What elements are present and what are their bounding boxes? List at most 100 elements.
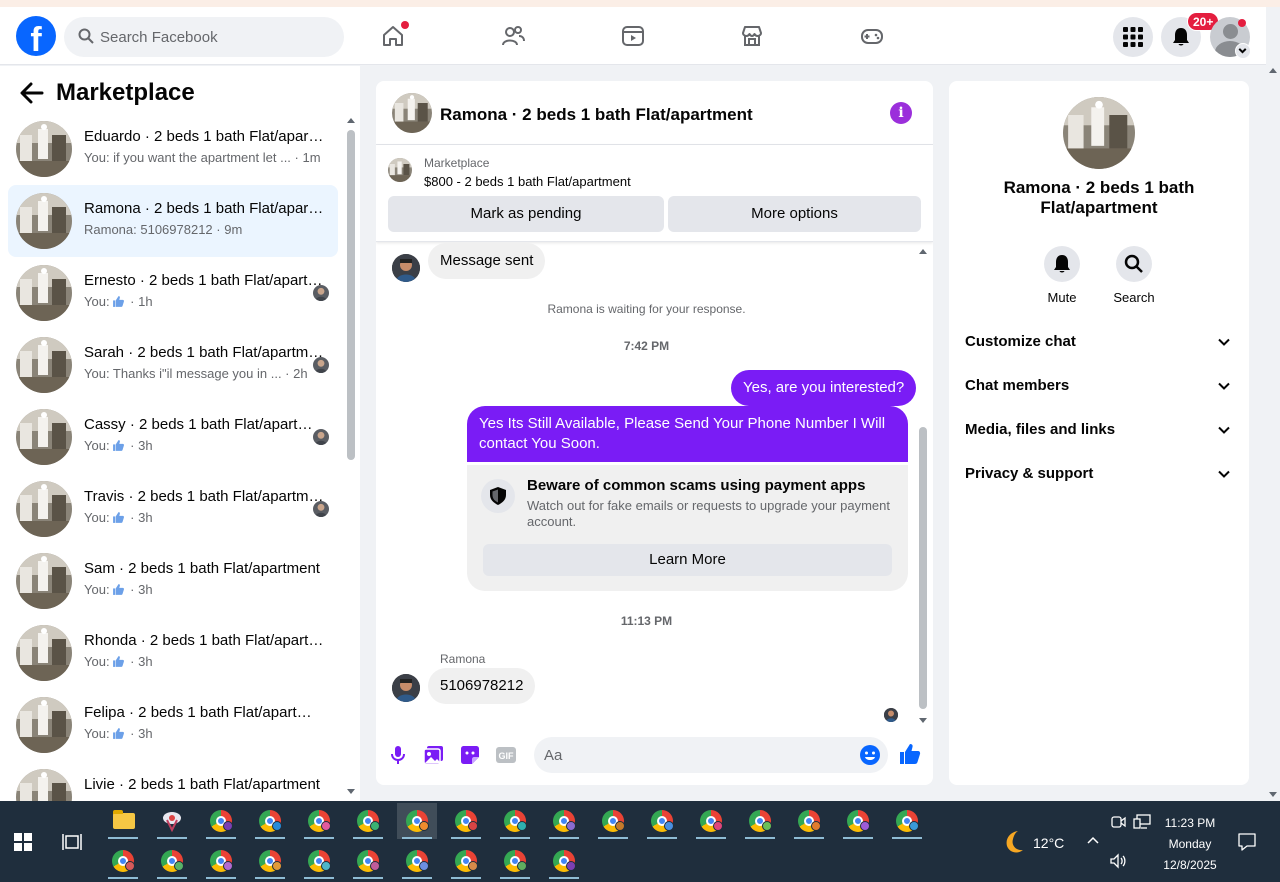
app-icon[interactable] [152, 803, 192, 839]
section-media-files-links[interactable]: Media, files and links [957, 409, 1241, 453]
gif-icon[interactable]: GIF [494, 743, 518, 767]
search-input[interactable] [100, 17, 330, 57]
mute-button[interactable] [1044, 246, 1080, 282]
chrome-icon[interactable] [887, 803, 927, 839]
scroll-down-arrow[interactable] [347, 789, 355, 794]
chrome-icon[interactable] [397, 843, 437, 879]
scroll-down-arrow[interactable] [919, 718, 927, 723]
ramona-avatar[interactable] [392, 254, 420, 282]
emoji-icon[interactable] [860, 745, 880, 765]
conversation-item[interactable]: Travis · 2 beds 1 bath Flat/apartment You… [8, 473, 338, 545]
scroll-up-arrow[interactable] [347, 118, 355, 123]
scroll-up-arrow[interactable] [919, 249, 927, 254]
conversation-item[interactable]: Rhonda · 2 beds 1 bath Flat/apartment You… [8, 617, 338, 689]
chrome-icon[interactable] [250, 803, 290, 839]
back-arrow-icon[interactable] [20, 82, 44, 104]
task-view-icon[interactable] [62, 833, 82, 851]
conversation-item[interactable]: Sarah · 2 beds 1 bath Flat/apartment You:… [8, 329, 338, 401]
scrollbar-thumb[interactable] [347, 130, 355, 460]
sticker-icon[interactable] [458, 743, 482, 767]
chrome-icon[interactable] [103, 843, 143, 879]
conversation-item[interactable]: Eduardo · 2 beds 1 bath Flat/apartment Yo… [8, 113, 338, 185]
conversation-item[interactable]: Livie · 2 beds 1 bath Flat/apartment [8, 761, 338, 801]
chrome-icon[interactable] [446, 803, 486, 839]
facebook-logo-icon[interactable]: f [16, 16, 56, 56]
scrollbar-thumb[interactable] [919, 427, 927, 709]
chrome-icon[interactable] [250, 843, 290, 879]
nav-video[interactable] [609, 19, 657, 55]
chrome-icon[interactable] [642, 803, 682, 839]
meet-now-icon[interactable] [1110, 814, 1126, 830]
chrome-icon[interactable] [740, 803, 780, 839]
menu-button[interactable] [1113, 17, 1153, 57]
system-clock[interactable]: 11:23 PM Monday 12/8/2025 [1150, 813, 1230, 876]
section-customize-chat[interactable]: Customize chat [957, 321, 1241, 365]
sidebar-scrollbar[interactable] [344, 114, 356, 798]
conversation-item[interactable]: Ramona · 2 beds 1 bath Flat/apartment Ram… [8, 185, 338, 257]
chrome-icon[interactable] [544, 843, 584, 879]
chat-listing-thumbnail[interactable] [392, 93, 432, 133]
section-privacy-support[interactable]: Privacy & support [957, 453, 1241, 497]
nav-gaming[interactable] [848, 19, 896, 55]
microphone-icon[interactable] [386, 743, 410, 767]
chat-title[interactable]: Ramona · 2 beds 1 bath Flat/apartment [440, 105, 753, 125]
temperature[interactable]: 12°C [1033, 835, 1064, 851]
chrome-icon[interactable] [201, 843, 241, 879]
nav-home[interactable] [369, 19, 417, 55]
listing-source-label: Marketplace [424, 156, 490, 170]
chrome-icon[interactable] [299, 803, 339, 839]
section-chat-members[interactable]: Chat members [957, 365, 1241, 409]
chrome-icon[interactable] [201, 803, 241, 839]
scroll-up-arrow[interactable] [1269, 68, 1277, 73]
conversation-name: Travis · 2 beds 1 bath Flat/apartment [84, 488, 324, 505]
chrome-icon[interactable] [495, 843, 535, 879]
windows-start-icon[interactable] [14, 833, 32, 851]
chrome-icon[interactable] [299, 843, 339, 879]
chrome-icon[interactable] [691, 803, 731, 839]
chrome-icon[interactable] [544, 803, 584, 839]
chrome-icon[interactable] [838, 803, 878, 839]
listing-thumbnail[interactable] [388, 158, 412, 182]
message-input-wrapper[interactable] [534, 737, 888, 773]
nav-friends[interactable] [489, 19, 537, 55]
mute-action[interactable]: Mute [1032, 246, 1092, 305]
account-chevron[interactable] [1235, 43, 1251, 59]
file-explorer-icon[interactable] [103, 803, 143, 839]
conversation-item[interactable]: Sam · 2 beds 1 bath Flat/apartment You: ·… [8, 545, 338, 617]
nav-marketplace[interactable] [728, 19, 776, 55]
photo-icon[interactable] [422, 743, 446, 767]
volume-icon[interactable] [1109, 853, 1127, 869]
thumbs-up-icon[interactable] [898, 742, 922, 766]
conversation-item[interactable]: Ernesto · 2 beds 1 bath Flat/apartment Yo… [8, 257, 338, 329]
preview-time: 3h [138, 510, 153, 525]
chat-scrollbar[interactable] [917, 247, 929, 723]
chrome-icon[interactable] [593, 803, 633, 839]
conversation-item[interactable]: Felipa · 2 beds 1 bath Flat/apartment You… [8, 689, 338, 761]
chrome-icon[interactable] [348, 843, 388, 879]
info-icon[interactable]: i [890, 102, 912, 124]
chrome-icon[interactable] [348, 803, 388, 839]
info-listing-thumbnail[interactable] [1063, 97, 1135, 169]
chrome-icon[interactable] [495, 803, 535, 839]
learn-more-button[interactable]: Learn More [483, 544, 892, 576]
chrome-icon[interactable] [152, 843, 192, 879]
preview-text: You: Thanks i"il message you in ... [84, 366, 282, 381]
ramona-avatar[interactable] [392, 674, 420, 702]
action-center-icon[interactable] [1238, 833, 1256, 851]
listing-price[interactable]: $800 - 2 beds 1 bath Flat/apartment [424, 174, 631, 189]
mark-as-pending-button[interactable]: Mark as pending [388, 196, 664, 232]
chrome-icon[interactable] [397, 803, 437, 839]
conversation-item[interactable]: Cassy · 2 beds 1 bath Flat/apartment You:… [8, 401, 338, 473]
moon-weather-icon[interactable] [1000, 829, 1026, 855]
page-scrollbar[interactable] [1266, 66, 1280, 801]
chrome-icon[interactable] [446, 843, 486, 879]
message-input[interactable] [544, 737, 844, 773]
scroll-down-arrow[interactable] [1269, 792, 1277, 797]
network-icon[interactable] [1133, 814, 1151, 830]
search-action[interactable]: Search [1104, 246, 1164, 305]
tray-chevron-up-icon[interactable] [1086, 833, 1100, 847]
chrome-icon[interactable] [789, 803, 829, 839]
more-options-button[interactable]: More options [668, 196, 921, 232]
search-in-chat-button[interactable] [1116, 246, 1152, 282]
search-box[interactable] [64, 17, 344, 57]
